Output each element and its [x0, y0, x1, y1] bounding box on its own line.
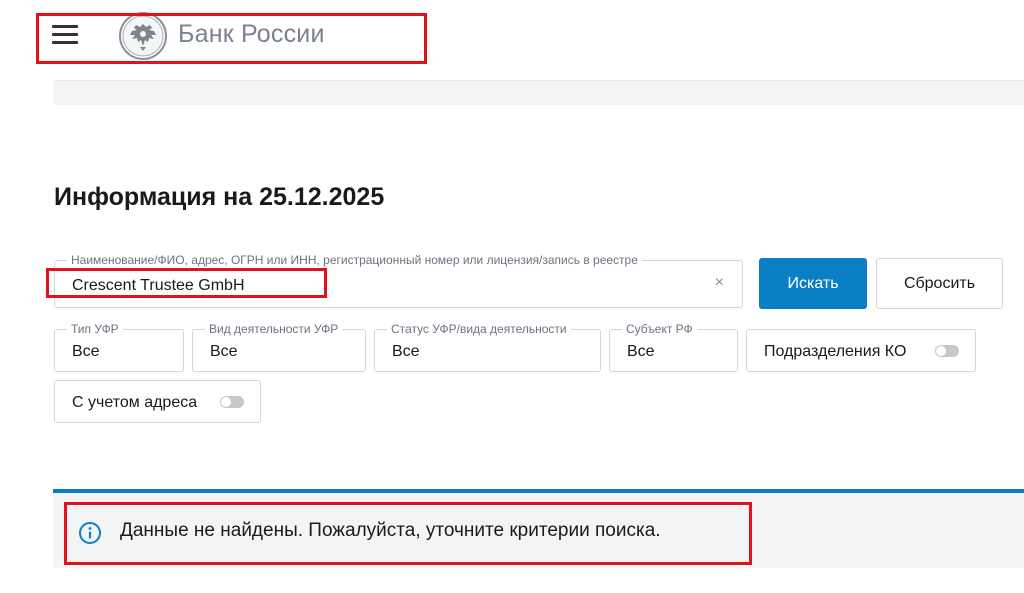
highlight-notice — [64, 502, 752, 565]
reset-button[interactable]: Сбросить — [876, 258, 1003, 309]
filter-region-label: Субъект РФ — [622, 322, 697, 336]
highlight-search-value — [46, 268, 327, 298]
filter-type-select[interactable]: Тип УФР Все — [54, 322, 184, 372]
address-toggle-label: С учетом адреса — [72, 394, 198, 411]
page-title: Информация на 25.12.2025 — [54, 183, 385, 211]
filter-region-select[interactable]: Субъект РФ Все — [609, 322, 738, 372]
highlight-header — [36, 13, 427, 64]
filter-activity-label: Вид деятельности УФР — [205, 322, 343, 336]
filter-status-select[interactable]: Статус УФР/вида деятельности Все — [374, 322, 601, 372]
filter-status-label: Статус УФР/вида деятельности — [387, 322, 571, 336]
branches-toggle-box[interactable]: Подразделения КО — [746, 329, 976, 372]
search-input-label: Наименование/ФИО, адрес, ОГРН или ИНН, р… — [67, 253, 642, 267]
branches-toggle-label: Подразделения КО — [764, 343, 907, 360]
filter-type-value: Все — [72, 343, 100, 360]
address-toggle-box[interactable]: С учетом адреса — [54, 380, 261, 423]
filter-activity-select[interactable]: Вид деятельности УФР Все — [192, 322, 366, 372]
filter-region-value: Все — [627, 343, 655, 360]
subheader-bar — [53, 80, 1024, 105]
filter-activity-value: Все — [210, 343, 238, 360]
branches-toggle-switch[interactable] — [935, 345, 959, 357]
search-button[interactable]: Искать — [759, 258, 867, 309]
address-toggle-switch[interactable] — [220, 396, 244, 408]
clear-icon[interactable]: × — [715, 274, 724, 292]
filter-status-value: Все — [392, 343, 420, 360]
filter-type-label: Тип УФР — [67, 322, 123, 336]
